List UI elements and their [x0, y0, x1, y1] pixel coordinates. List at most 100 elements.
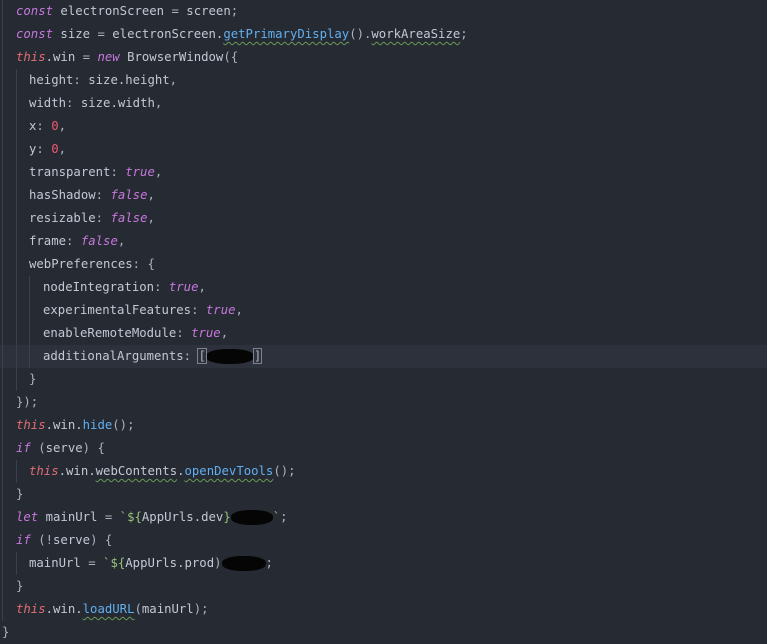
code-line[interactable]: }	[0, 621, 767, 644]
code-token: size.width	[73, 96, 155, 110]
code-token: AppUrls.dev	[141, 510, 224, 524]
code-text: if (serve) {	[16, 437, 105, 460]
indent-guide	[2, 115, 3, 138]
code-line[interactable]: webPreferences: {	[0, 253, 767, 276]
code-line[interactable]: this.win.hide();	[0, 414, 767, 437]
code-text: x: 0,	[29, 115, 66, 138]
indent-guide	[2, 276, 3, 299]
code-token: const	[16, 4, 54, 18]
code-line[interactable]: });	[0, 391, 767, 414]
indent-guide	[2, 230, 3, 253]
code-token: ,	[58, 142, 67, 156]
code-text: let mainUrl = `${AppUrls.dev} `;	[16, 506, 288, 529]
code-line[interactable]: const size = electronScreen.getPrimaryDi…	[0, 23, 767, 46]
code-token: this	[16, 418, 46, 432]
code-token: .win.	[58, 464, 96, 478]
code-line[interactable]: }	[0, 483, 767, 506]
code-line[interactable]: y: 0,	[0, 138, 767, 161]
code-token: ,	[198, 280, 206, 294]
code-token: hide	[82, 418, 113, 432]
indent-guide	[16, 207, 17, 230]
code-text: enableRemoteModule: true,	[43, 322, 228, 345]
code-line[interactable]: x: 0,	[0, 115, 767, 138]
code-line[interactable]: height: size.height,	[0, 69, 767, 92]
code-token: ;	[265, 556, 273, 570]
code-line[interactable]: resizable: false,	[0, 207, 767, 230]
code-token: const	[16, 27, 54, 41]
code-line[interactable]: if (!serve) {	[0, 529, 767, 552]
redacted-mark	[230, 510, 273, 525]
code-token: AppUrls.prod	[125, 556, 215, 570]
code-token: this	[16, 602, 46, 616]
indent-guide	[2, 483, 3, 506]
code-token: .win.	[45, 418, 83, 432]
code-text: nodeIntegration: true,	[43, 276, 206, 299]
code-text: this.win.hide();	[16, 414, 135, 437]
code-token: ,	[147, 188, 155, 202]
code-token: mainUrl	[141, 602, 194, 616]
code-token: [	[197, 348, 207, 364]
code-line[interactable]: let mainUrl = `${AppUrls.dev} `;	[0, 506, 767, 529]
indent-guide	[16, 552, 17, 575]
code-token: height	[29, 73, 74, 87]
code-line[interactable]: this.win = new BrowserWindow({	[0, 46, 767, 69]
code-line[interactable]: if (serve) {	[0, 437, 767, 460]
code-token: ,	[58, 119, 67, 133]
code-token: mainUrl	[38, 510, 105, 524]
redacted-mark	[221, 556, 266, 571]
code-line[interactable]: width: size.width,	[0, 92, 767, 115]
code-line[interactable]: }	[0, 575, 767, 598]
code-line[interactable]: this.win.loadURL(mainUrl);	[0, 598, 767, 621]
code-text: additionalArguments: []	[43, 345, 263, 368]
code-token: `${	[112, 510, 142, 524]
code-token: serve	[53, 533, 91, 547]
code-token: ,	[235, 303, 243, 317]
code-token: ,	[154, 165, 163, 179]
code-token: false	[80, 234, 118, 248]
code-line[interactable]: nodeIntegration: true,	[0, 276, 767, 299]
code-text: resizable: false,	[29, 207, 155, 230]
indent-guide	[2, 437, 3, 460]
code-token: ;	[460, 27, 468, 41]
code-token: transparent	[29, 165, 111, 179]
code-token: true	[125, 165, 155, 179]
code-token: }	[29, 372, 37, 386]
code-token: size.height	[80, 73, 170, 87]
code-text: if (!serve) {	[16, 529, 112, 552]
code-token: resizable	[29, 211, 96, 225]
indent-guide	[2, 391, 3, 414]
code-line[interactable]: mainUrl = `${AppUrls.prod);	[0, 552, 767, 575]
code-token: if	[16, 533, 31, 547]
code-text: y: 0,	[29, 138, 66, 161]
indent-guide	[2, 575, 3, 598]
code-line[interactable]: hasShadow: false,	[0, 184, 767, 207]
code-line[interactable]: this.win.webContents.openDevTools();	[0, 460, 767, 483]
code-line[interactable]: additionalArguments: []	[0, 345, 767, 368]
code-token: true	[191, 326, 221, 340]
code-line[interactable]: }	[0, 368, 767, 391]
code-text: }	[29, 368, 36, 391]
code-line[interactable]: experimentalFeatures: true,	[0, 299, 767, 322]
code-line[interactable]: enableRemoteModule: true,	[0, 322, 767, 345]
code-token: ,	[220, 326, 229, 340]
code-line[interactable]: const electronScreen = screen;	[0, 0, 767, 23]
code-line[interactable]: frame: false,	[0, 230, 767, 253]
code-token: openDevTools	[184, 464, 274, 478]
indent-guide	[16, 230, 17, 253]
code-token: ();	[112, 418, 135, 432]
code-token: ]	[252, 348, 263, 364]
code-token: :	[95, 211, 104, 225]
code-text: }	[16, 575, 23, 598]
code-token: :	[95, 188, 104, 202]
code-token: serve	[45, 441, 83, 455]
code-token: workAreaSize	[371, 27, 461, 41]
code-token: ) {	[82, 441, 105, 455]
indent-guide	[16, 69, 17, 92]
code-token: :	[73, 73, 81, 87]
code-editor[interactable]: const electronScreen = screen; const size…	[0, 0, 767, 644]
code-token: if	[16, 441, 31, 455]
code-line[interactable]: transparent: true,	[0, 161, 767, 184]
